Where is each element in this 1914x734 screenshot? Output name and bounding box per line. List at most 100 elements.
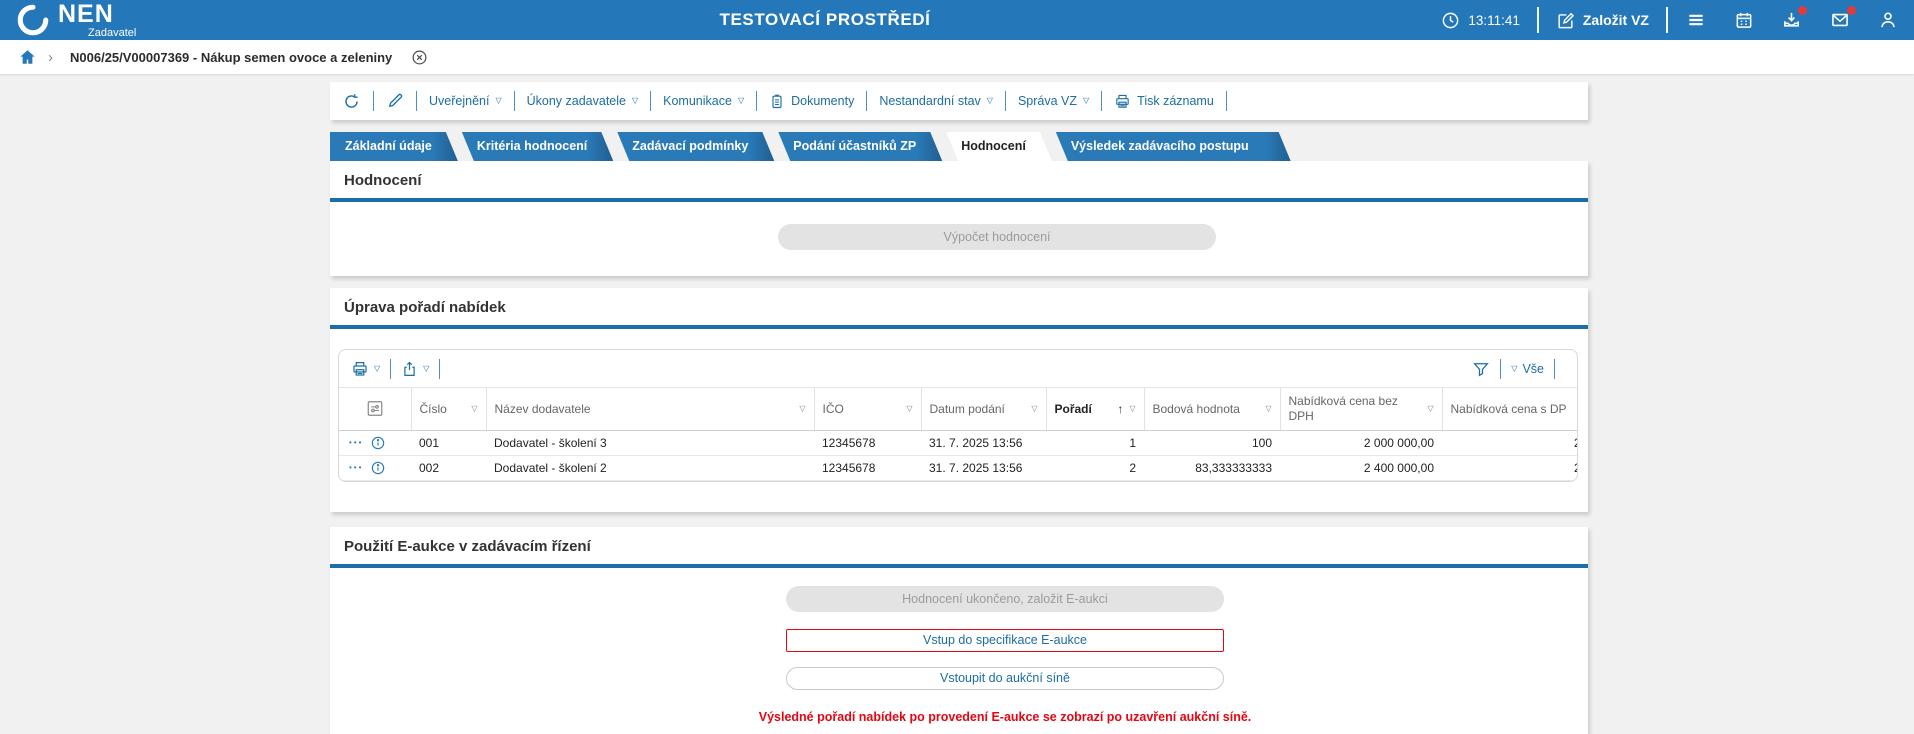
filter-caret-icon[interactable]: ▽ [1427, 404, 1433, 414]
filter-caret-icon[interactable]: ▽ [1129, 404, 1135, 414]
eaukce-hall-button[interactable]: Vstoupit do aukční síně [786, 666, 1224, 690]
brand-role: Zadavatel [88, 26, 137, 39]
menu-sprava-vz[interactable]: Správa VZ ▽ [1016, 94, 1091, 108]
divider [416, 91, 417, 111]
divider [1004, 91, 1006, 111]
filter-caret-icon[interactable]: ▽ [471, 404, 477, 414]
create-vz-button[interactable]: Založit VZ [1556, 11, 1649, 30]
tab-zakladni-udaje[interactable]: Základní údaje [330, 132, 458, 161]
tab-zadavaci-podminky[interactable]: Zadávací podmínky [617, 132, 774, 161]
divider [1666, 7, 1668, 33]
divider [1554, 358, 1555, 379]
app-logo[interactable]: NEN Zadavatel [16, 0, 137, 39]
row-menu-icon[interactable]: ••• [349, 463, 363, 472]
cell-cislo: 001 [411, 430, 486, 456]
create-vz-label: Založit VZ [1582, 12, 1649, 28]
cell-bodova: 83,333333333 [1144, 455, 1280, 481]
row-info-icon[interactable] [370, 460, 386, 476]
edit-button[interactable] [384, 92, 406, 110]
row-menu-icon[interactable]: ••• [349, 438, 363, 447]
edit-note-icon [1556, 11, 1575, 30]
tab-vysledek[interactable]: Výsledek zadávacího postupu [1056, 132, 1291, 161]
column-settings-icon[interactable] [347, 399, 403, 418]
tab-podani-ucastniku[interactable]: Podání účastníků ZP [778, 132, 942, 161]
header-bodova-hodnota[interactable]: Bodová hodnota ▽ [1144, 388, 1281, 431]
top-bar: NEN Zadavatel TESTOVACÍ PROSTŘEDÍ 13:11:… [0, 0, 1914, 40]
record-tabs: Základní údaje Kritéria hodnocení Zadáva… [330, 132, 1914, 161]
tab-kriteria-hodnoceni[interactable]: Kritéria hodnocení [462, 132, 613, 161]
section-underline [330, 325, 1588, 329]
caret-down-icon: ▽ [374, 363, 381, 373]
column-settings-header[interactable] [339, 388, 412, 431]
cell-poradi: 2 [1046, 455, 1144, 481]
user-profile-icon[interactable] [1878, 10, 1898, 30]
caret-down-icon: ▽ [495, 96, 502, 105]
brand-name: NEN [58, 0, 114, 28]
grid-print-button[interactable]: ▽ [351, 360, 380, 378]
eaukce-spec-button[interactable]: Vstup do specifikace E-aukce [786, 628, 1224, 652]
filter-caret-icon[interactable]: ▽ [799, 404, 805, 414]
divider [756, 91, 758, 111]
filter-caret-icon[interactable]: ▽ [1031, 404, 1037, 414]
header-nazev-dodavatele[interactable]: Název dodavatele ▽ [486, 388, 815, 431]
header-cislo[interactable]: Číslo ▽ [411, 388, 487, 431]
home-icon[interactable] [18, 48, 37, 66]
mail-button[interactable] [1829, 6, 1856, 30]
grid-toolbar: ▽ ▽ ▽ Vše [339, 350, 1577, 388]
filter-caret-icon[interactable]: ▽ [906, 404, 912, 414]
grid-filter-button[interactable] [1472, 360, 1490, 378]
section-eaukce: Použití E-aukce v zadávacím řízení Hodno… [330, 526, 1588, 734]
row-info-icon[interactable] [370, 435, 386, 451]
menu-tisk-zaznamu[interactable]: Tisk záznamu [1112, 93, 1216, 110]
caret-down-icon: ▽ [1083, 96, 1090, 105]
breadcrumb-title[interactable]: N006/25/V00007369 - Nákup semen ovoce a … [70, 50, 392, 65]
calendar-icon[interactable] [1734, 10, 1754, 30]
downloads-tray-button[interactable] [1781, 6, 1807, 30]
eaukce-finish-button[interactable]: Hodnocení ukončeno, založit E-aukci [786, 585, 1224, 612]
clock-time: 13:11:41 [1468, 12, 1520, 28]
header-datum-podani[interactable]: Datum podání ▽ [921, 388, 1047, 431]
caret-down-icon: ▽ [631, 96, 639, 105]
divider [373, 91, 374, 111]
caret-down-icon: ▽ [1511, 363, 1518, 373]
caret-down-icon: ▽ [423, 363, 430, 373]
cell-ico: 12345678 [814, 430, 921, 456]
vypocet-hodnoceni-button[interactable]: Výpočet hodnocení [778, 224, 1216, 250]
menu-ukony-zadavatele[interactable]: Úkony zadavatele ▽ [525, 94, 641, 108]
header-poradi[interactable]: Pořadí ↑ ▽ [1046, 388, 1145, 431]
table-row: ••• 002 Dodavatel - školení 2 12345678 3… [339, 455, 1577, 481]
section-hodnoceni: Hodnocení Výpočet hodnocení [330, 161, 1588, 276]
header-ico[interactable]: IČO ▽ [814, 388, 922, 431]
filter-caret-icon[interactable]: ▽ [1265, 404, 1271, 414]
header-cena-bez-dph[interactable]: Nabídková cena bez DPH ▽ [1280, 388, 1443, 431]
table-header-row: Číslo ▽ Název dodavatele ▽ IČO ▽ Datum p… [339, 388, 1577, 431]
grid-export-button[interactable]: ▽ [401, 360, 429, 378]
refresh-button[interactable] [340, 92, 363, 111]
menu-dokumenty[interactable]: Dokumenty [767, 93, 856, 110]
grid-view-all-dropdown[interactable]: ▽ Vše [1511, 362, 1544, 376]
document-icon [769, 93, 785, 110]
section-title: Úprava pořadí nabídek [344, 299, 506, 316]
close-record-icon[interactable] [411, 49, 428, 66]
nen-logo-icon [16, 3, 50, 37]
divider [1536, 7, 1539, 33]
menu-komunikace[interactable]: Komunikace ▽ [661, 94, 746, 108]
tab-hodnoceni[interactable]: Hodnocení [946, 132, 1052, 161]
divider [390, 358, 392, 379]
breadcrumb: › N006/25/V00007369 - Nákup semen ovoce … [0, 40, 1914, 74]
cell-cena-s: 2 420 0 [1442, 430, 1577, 456]
cell-datum: 31. 7. 2025 13:56 [921, 455, 1046, 481]
menu-nestandardni-stav[interactable]: Nestandardní stav ▽ [877, 94, 995, 108]
cell-datum: 31. 7. 2025 13:56 [921, 430, 1046, 456]
header-cena-s-dph[interactable]: Nabídková cena s DP [1442, 388, 1577, 431]
environment-title: TESTOVACÍ PROSTŘEDÍ [719, 10, 931, 29]
cell-cena-bez: 2 400 000,00 [1280, 455, 1442, 481]
menu-hamburger-icon[interactable] [1685, 10, 1707, 30]
clock-icon [1441, 11, 1460, 30]
offers-table: Číslo ▽ Název dodavatele ▽ IČO ▽ Datum p… [339, 388, 1577, 481]
menu-uverejneni[interactable]: Uveřejnění ▽ [427, 94, 504, 108]
table-row: ••• 001 Dodavatel - školení 3 12345678 3… [339, 430, 1577, 456]
record-action-toolbar: Uveřejnění ▽ Úkony zadavatele ▽ Komunika… [330, 82, 1588, 120]
caret-down-icon: ▽ [986, 96, 993, 105]
cell-cena-s: 2 904 0 [1442, 455, 1577, 481]
